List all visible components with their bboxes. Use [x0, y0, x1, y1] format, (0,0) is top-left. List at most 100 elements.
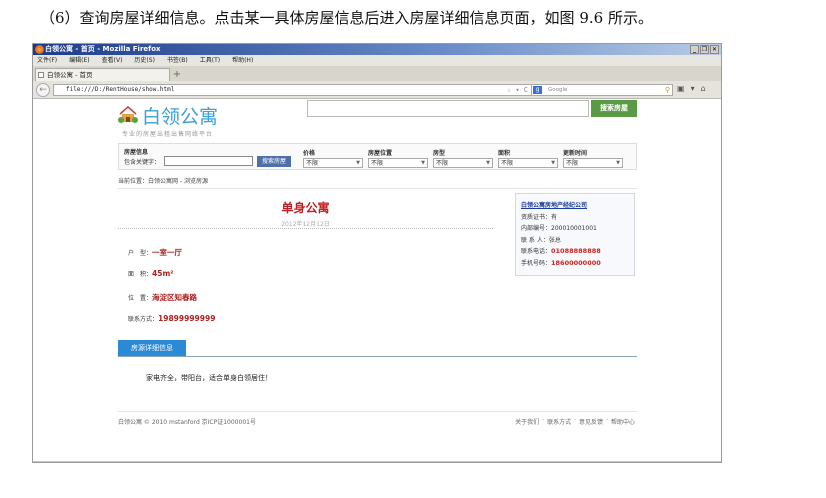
footer-link-contact[interactable]: 联系方式 [547, 417, 571, 426]
field-value: 一室一厅 [152, 248, 183, 257]
row-label: 资质证书： [521, 213, 552, 221]
maximize-button[interactable]: ❐ [700, 45, 709, 54]
field-value: 海淀区知春路 [152, 293, 198, 302]
field-location: 位 置：海淀区知春路 [128, 292, 197, 303]
top-search-button[interactable]: 搜索房屋 [591, 100, 637, 117]
keyword-label: 包含关键字： [124, 159, 161, 166]
search-placeholder: Google [548, 87, 568, 93]
menu-tools[interactable]: 工具(T) [200, 55, 220, 66]
location-value: 不限 [371, 160, 384, 167]
area-value: 不限 [501, 160, 514, 167]
chevron-down-icon: ▼ [486, 160, 490, 166]
field-label: 联系方式： [128, 316, 159, 323]
menu-view[interactable]: 查看(V) [102, 55, 123, 66]
window-title: 白领公寓 - 首页 - Mozilla Firefox [45, 45, 161, 53]
field-label: 面 积： [128, 271, 153, 278]
nav-bar: ← file:///D:/RentHouse/show.html ☆ ▾ C g… [33, 81, 721, 99]
type-label: 房型 [433, 150, 446, 157]
home-icon[interactable]: ⌂ [701, 84, 706, 93]
footer-link-help[interactable]: 帮助中心 [611, 417, 635, 426]
browser-tab[interactable]: 白领公寓 - 首页 [35, 68, 170, 81]
price-value: 不限 [306, 160, 319, 167]
magnifier-icon[interactable]: ⚲ [665, 85, 670, 95]
agency-row: 联 系 人：张总 [521, 235, 629, 247]
area-select[interactable]: 不限 ▼ [498, 158, 558, 168]
back-arrow-icon: ← [39, 85, 47, 95]
tab-title: 白领公寓 - 首页 [47, 71, 93, 79]
tab-detail-info[interactable]: 房源详细信息 [118, 340, 186, 356]
row-label: 内部编号： [521, 225, 552, 232]
url-text: file:///D:/RentHouse/show.html [66, 86, 175, 93]
house-title: 单身公寓 [281, 201, 330, 215]
footer-copyright: 白领公寓 © 2010 mstanford 京ICP证1000001号 [118, 419, 256, 426]
row-value: 200010001001 [551, 225, 597, 232]
close-button[interactable]: ✕ [710, 45, 719, 54]
chevron-down-icon: ▼ [356, 160, 360, 166]
new-tab-button[interactable]: + [170, 69, 184, 81]
agency-row: 手机号码：18600000000 [521, 258, 629, 270]
chevron-down-icon: ▼ [551, 160, 555, 166]
price-select[interactable]: 不限 ▼ [303, 158, 363, 168]
field-contact: 联系方式：19899999999 [128, 314, 215, 323]
field-label: 户 型： [128, 250, 153, 257]
agency-row: 资质证书：有 [521, 212, 629, 224]
star-reload-icons[interactable]: ☆ ▾ C [507, 85, 528, 95]
house-description: 家电齐全，带阳台，适合单身白领居住！ [146, 374, 272, 382]
house-date: 2012年12月12日 [281, 221, 330, 228]
type-select[interactable]: 不限 ▼ [433, 158, 493, 168]
site-logo[interactable]: 白领公寓 [118, 102, 218, 129]
menu-bar: 文件(F) 编辑(E) 查看(V) 历史(S) 书签(B) 工具(T) 帮助(H… [33, 55, 721, 66]
row-label: 联 系 人： [521, 236, 549, 244]
field-area: 面 积：45m² [128, 269, 174, 278]
menu-bookmarks[interactable]: 书签(B) [167, 55, 188, 66]
menu-file[interactable]: 文件(F) [37, 55, 57, 66]
updated-value: 不限 [566, 160, 579, 167]
area-label: 面积 [498, 150, 511, 157]
row-value: 张总 [548, 236, 561, 244]
footer-links: 关于我们 · 联系方式 · 意见反馈 · 帮助中心 [515, 417, 635, 426]
browser-window: 白领公寓 - 首页 - Mozilla Firefox _ ❐ ✕ 文件(F) … [32, 43, 722, 463]
agency-box: 白领公寓房地产经纪公司 资质证书：有 内部编号：200010001001 联 系… [515, 193, 635, 276]
top-search-input[interactable] [307, 100, 589, 117]
logo-text: 白领公寓 [142, 106, 219, 128]
minimize-button[interactable]: _ [690, 45, 699, 54]
footer-link-feedback[interactable]: 意见反馈 [579, 417, 603, 426]
agency-link[interactable]: 白领公寓房地产经纪公司 [521, 202, 587, 209]
filter-title: 房屋信息 [124, 149, 149, 156]
breadcrumb: 当前位置：白领公寓网 - 浏览房源 [118, 178, 208, 185]
footer-divider [118, 411, 637, 412]
row-label: 手机号码： [521, 259, 552, 267]
search-bar[interactable]: g Google ⚲ [531, 84, 673, 96]
menu-edit[interactable]: 编辑(E) [69, 55, 89, 66]
location-label: 房屋位置 [368, 150, 393, 157]
tab-underline [118, 356, 637, 357]
field-value: 19899999999 [158, 314, 216, 323]
menu-history[interactable]: 历史(S) [134, 55, 155, 66]
page-icon [38, 72, 44, 78]
keyword-search-button[interactable]: 搜索房屋 [257, 156, 291, 167]
dropdown-icon[interactable]: ▾ [691, 84, 695, 93]
divider [118, 188, 637, 189]
price-label: 价格 [303, 150, 316, 157]
filter-panel: 房屋信息 包含关键字： 搜索房屋 价格 不限 ▼ 房屋位置 不限 ▼ 房型 不限 ▼ … [118, 143, 637, 170]
updated-label: 更新时间 [563, 150, 588, 157]
menu-help[interactable]: 帮助(H) [232, 55, 253, 66]
dotted-divider [118, 228, 493, 229]
footer-link-about[interactable]: 关于我们 [515, 417, 539, 426]
field-value: 45m² [152, 269, 174, 278]
updated-select[interactable]: 不限 ▼ [563, 158, 623, 168]
agency-row: 联系电话：01088888888 [521, 246, 629, 258]
slogan: 专业的房屋出租出售网络平台 [122, 131, 214, 138]
location-select[interactable]: 不限 ▼ [368, 158, 428, 168]
keyword-input[interactable] [164, 156, 253, 166]
tab-bar: 白领公寓 - 首页 + [33, 66, 721, 81]
row-value: 有 [551, 213, 558, 221]
back-button[interactable]: ← [36, 83, 50, 97]
window-bottom-border [33, 461, 721, 462]
addon-icon[interactable]: ▣ [677, 84, 685, 93]
house-icon [118, 106, 138, 123]
row-value: 01088888888 [551, 247, 601, 255]
firefox-icon [35, 45, 44, 54]
address-bar[interactable]: file:///D:/RentHouse/show.html ☆ ▾ C [53, 84, 533, 96]
type-value: 不限 [436, 160, 449, 167]
